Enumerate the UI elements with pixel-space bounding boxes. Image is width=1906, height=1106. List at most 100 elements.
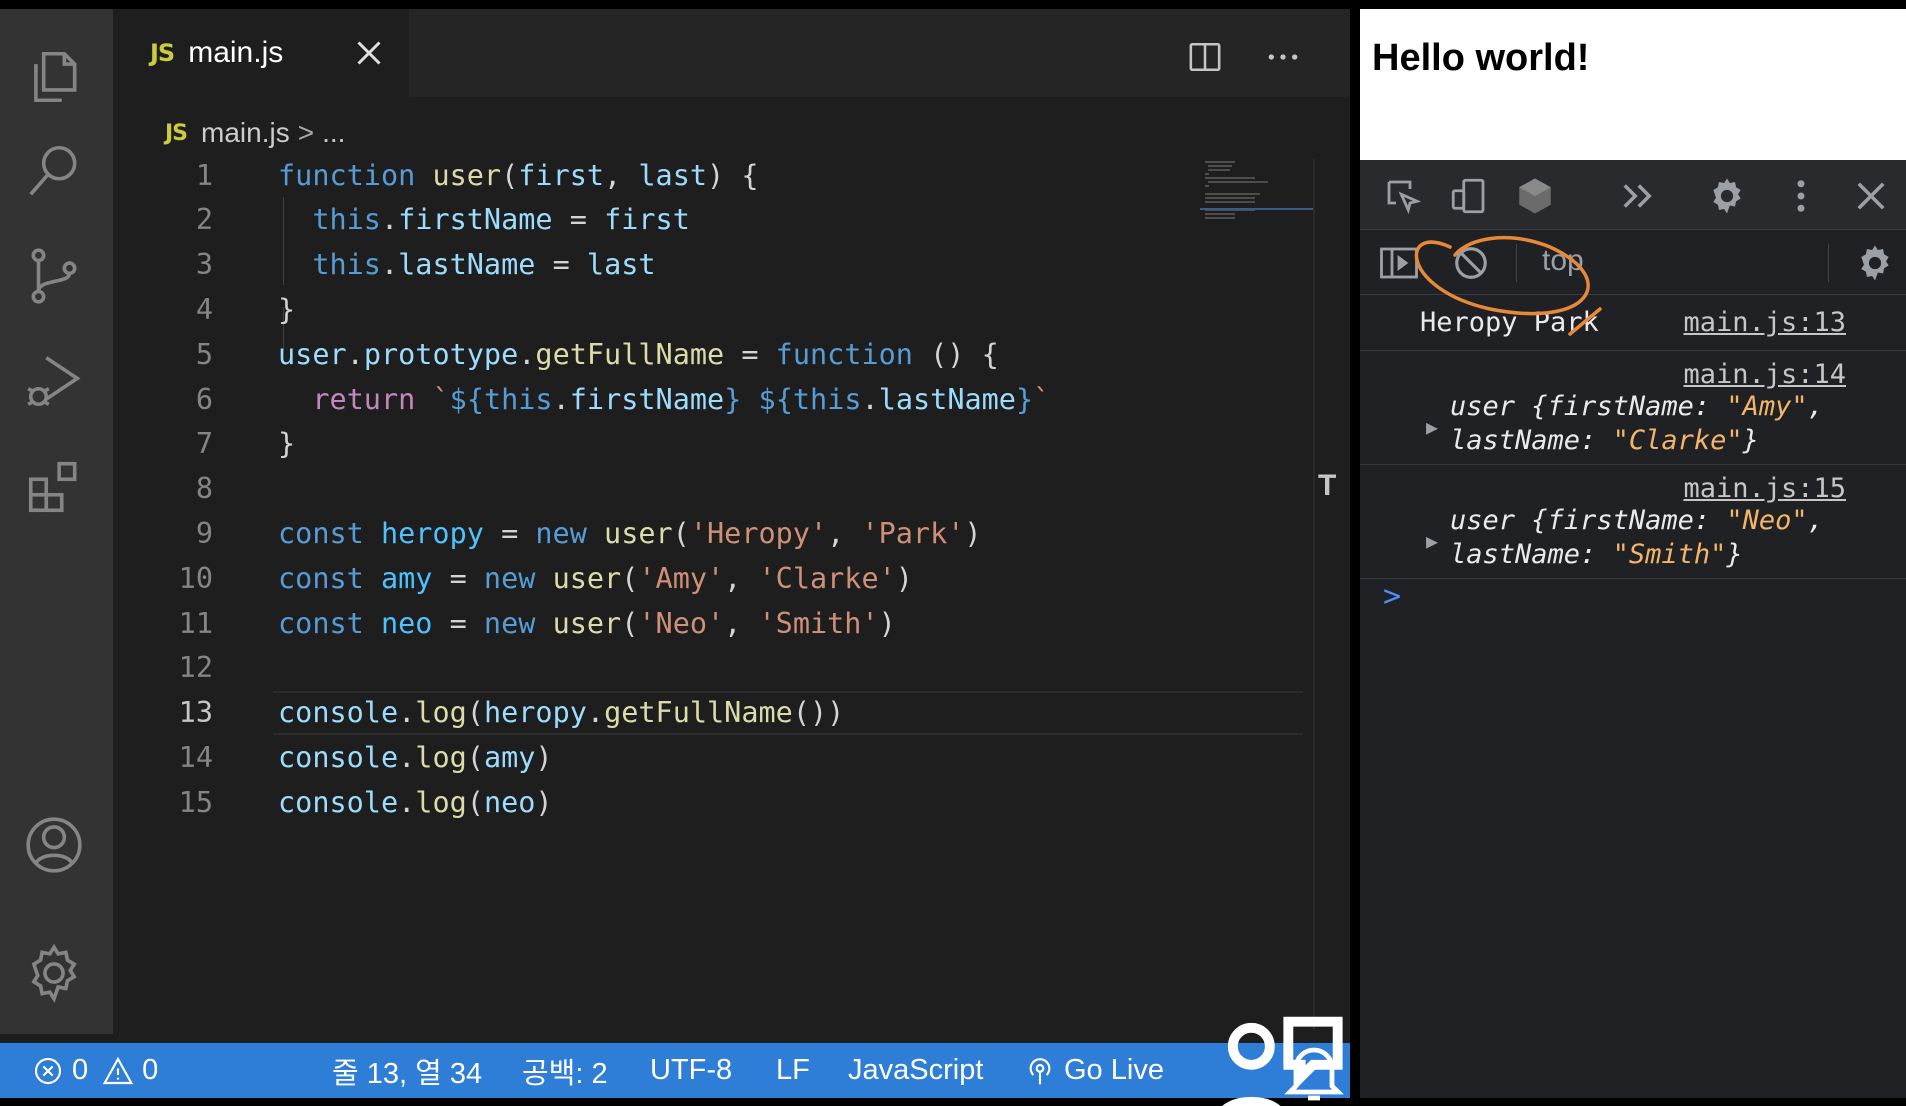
code-token: heropy [380,516,484,550]
customize-menu-icon[interactable] [1780,175,1822,217]
code-text: this.lastName = last [278,248,656,282]
close-devtools-icon[interactable] [1850,175,1892,217]
inspect-element-icon[interactable] [1382,175,1424,217]
code-line[interactable]: 11 const neo = new user('Neo', 'Smith') [113,601,1193,645]
code-line[interactable]: 1 function user(first, last) { [113,153,1193,197]
go-live-button[interactable]: Go Live [1024,1054,1164,1087]
code-token: ) [964,516,982,550]
source-control-icon[interactable] [22,244,86,308]
more-actions-icon[interactable] [1263,37,1303,77]
broadcast-icon [1029,1057,1051,1084]
code-line[interactable]: 15 console.log(neo) [113,780,1193,824]
js-file-icon: JS [150,39,175,67]
code-line[interactable]: 4} [113,287,1193,331]
code-token: ( [466,785,484,819]
explorer-icon[interactable] [22,45,86,109]
code-editor[interactable]: 1 function user(first, last) {2 this.firs… [113,153,1313,1023]
devtools-settings-icon[interactable] [1706,175,1748,217]
expand-triangle-icon[interactable]: ▶ [1426,529,1438,553]
vertical-scrollbar[interactable] [1313,159,1315,1029]
cursor-position[interactable]: 줄 13, 열 34 [332,1050,482,1092]
close-icon[interactable] [351,35,387,71]
code-line[interactable]: 9 const heropy = new user('Heropy', 'Park… [113,511,1193,555]
js-file-icon: JS [165,120,188,146]
code-token: , [827,516,862,550]
problems-indicator[interactable]: 0 0 [32,1054,158,1087]
code-token: user [604,516,673,550]
code-line[interactable]: 6 return `${this.firstName} ${this.lastN… [113,377,1193,421]
breadcrumb-more[interactable]: ... [322,117,345,149]
line-number: 13 [178,696,213,730]
3d-view-icon[interactable] [1514,175,1556,217]
code-line[interactable]: 10 const amy = new user('Amy', 'Clarke') [113,556,1193,600]
sidebar-toggle-icon[interactable] [1378,242,1420,284]
clear-console-icon[interactable] [1452,244,1490,282]
code-line[interactable]: 13 console.log(heropy.getFullName()) [113,691,1193,735]
code-token: . [380,203,399,237]
code-line[interactable]: 7} [113,422,1193,466]
go-live-label: Go Live [1064,1054,1164,1086]
minimap[interactable] [1200,159,1315,229]
code-token: } [724,382,742,416]
source-link[interactable]: main.js:13 [1683,307,1846,338]
account-icon[interactable] [22,813,86,877]
expand-triangle-icon[interactable]: ▶ [1426,415,1438,439]
line-number: 4 [195,292,213,326]
code-token: console [278,696,399,730]
code-token: user [552,561,622,595]
code-token: } [1015,382,1034,416]
activity-bar [0,9,113,1034]
indentation[interactable]: 공백: 2 [522,1050,608,1092]
source-link[interactable]: main.js:14 [1683,359,1846,390]
console-message: main.js:14 ▶ user {firstName: "Amy", las… [1360,351,1906,465]
code-line[interactable]: 14 console.log(amy) [113,735,1193,779]
code-token: lastName [398,248,536,282]
code-token: log [415,696,467,730]
code-token: last [586,248,656,282]
console-prompt[interactable]: > [1383,579,1401,614]
code-line[interactable]: 3 this.lastName = last [113,243,1193,287]
code-token: ( [501,158,519,192]
code-token: ( [466,740,484,774]
code-line[interactable]: 8 [113,467,1193,511]
search-icon[interactable] [22,139,86,203]
bell-icon[interactable] [1278,1035,1350,1106]
code-token: getFullName [535,337,725,371]
text-cursor-icon: T [1318,469,1337,502]
breadcrumb-file[interactable]: main.js [201,117,290,149]
device-toolbar-icon[interactable] [1448,175,1490,217]
code-text: user.prototype.getFullName = function ()… [278,338,999,371]
language-mode[interactable]: JavaScript [848,1054,983,1087]
code-token: . [586,696,605,730]
code-token: ${ [449,382,484,416]
console-settings-icon[interactable] [1854,242,1896,284]
code-token: new [483,561,553,595]
line-number: 12 [178,651,213,685]
code-line[interactable]: 5 user.prototype.getFullName = function (… [113,332,1193,376]
code-token: ) [535,740,553,774]
code-token: firstName [569,382,725,416]
code-token: ( [672,516,690,550]
execution-context-select[interactable]: top [1542,244,1584,278]
code-token: console [278,740,399,774]
code-line[interactable]: 12 [113,646,1193,690]
object-preview-line1[interactable]: user {firstName: "Neo", [1450,505,1824,536]
more-tabs-icon[interactable] [1616,175,1658,217]
code-token: . [398,785,416,819]
console-toolbar: top [1360,230,1906,295]
object-preview-line1[interactable]: user {firstName: "Amy", [1450,391,1824,422]
end-of-line[interactable]: LF [776,1054,810,1087]
code-line[interactable]: 2 this.firstName = first [113,198,1193,242]
code-token: 'Amy' [638,561,725,595]
tab-main-js[interactable]: JS main.js [113,9,409,97]
extensions-icon[interactable] [22,455,86,519]
encoding[interactable]: UTF-8 [650,1054,732,1087]
code-token: . [552,382,570,416]
settings-gear-icon[interactable] [22,941,86,1005]
split-editor-icon[interactable] [1188,40,1222,74]
source-link[interactable]: main.js:15 [1683,473,1846,504]
code-token: function [775,337,913,371]
run-debug-icon[interactable] [22,349,86,413]
